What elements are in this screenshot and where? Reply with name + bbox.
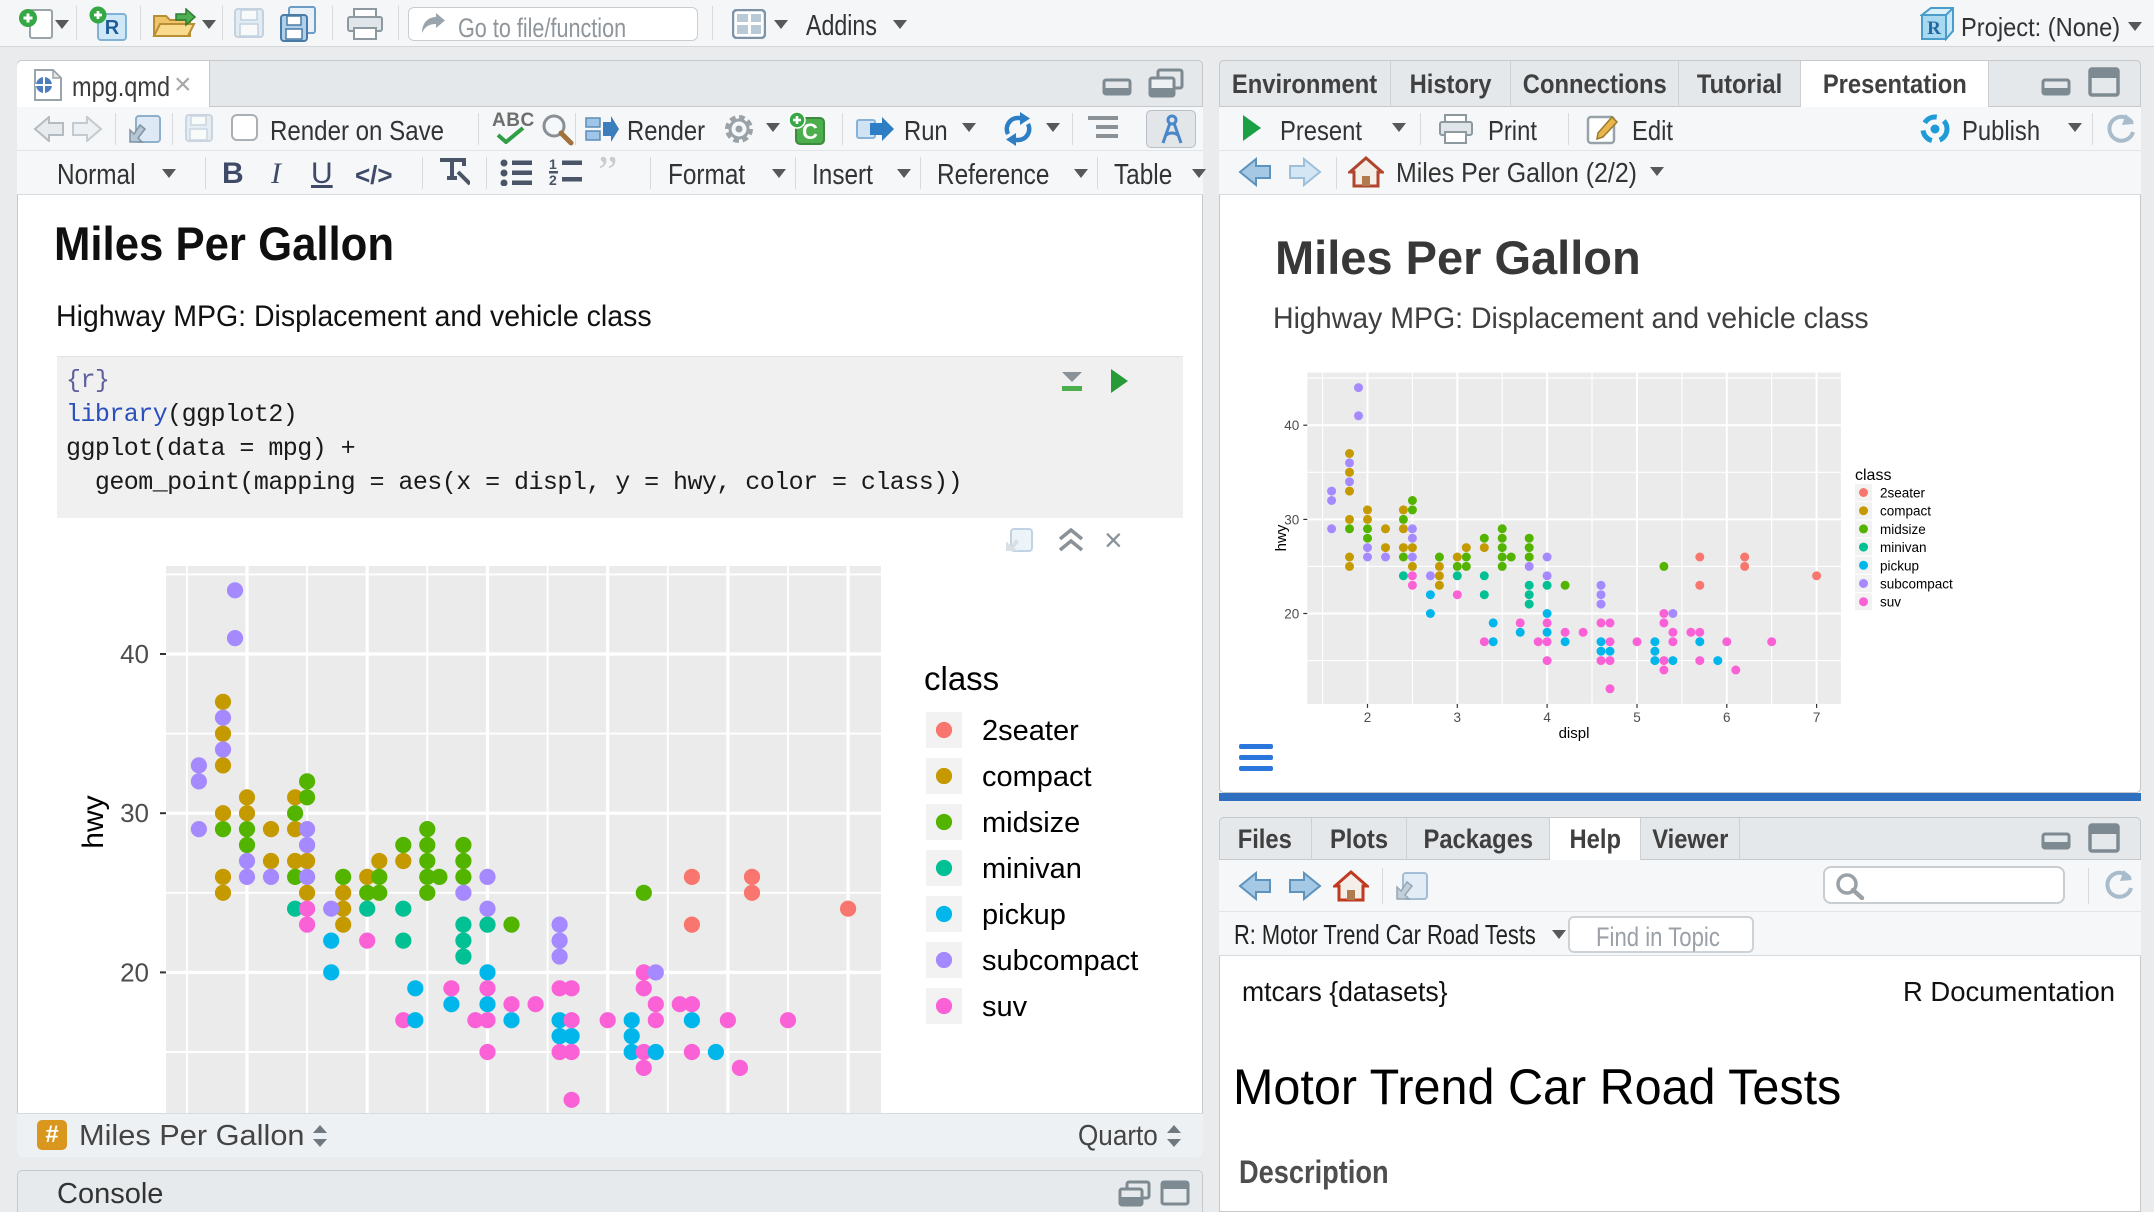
svg-text:40: 40	[120, 639, 149, 669]
svg-text:2seater: 2seater	[1880, 486, 1926, 501]
svg-text:minivan: minivan	[982, 853, 1082, 885]
svg-text:20: 20	[1284, 607, 1299, 622]
svg-text:subcompact: subcompact	[982, 945, 1138, 977]
svg-text:5: 5	[1633, 710, 1641, 725]
svg-text:4: 4	[1543, 710, 1551, 725]
svg-text:displ: displ	[1559, 725, 1590, 742]
svg-text:compact: compact	[982, 761, 1092, 793]
svg-text:40: 40	[1284, 418, 1299, 433]
svg-text:class: class	[1855, 467, 1891, 484]
svg-text:7: 7	[1813, 710, 1821, 725]
svg-text:compact: compact	[1880, 504, 1931, 519]
svg-text:hwy: hwy	[1273, 524, 1290, 551]
svg-text:30: 30	[120, 798, 149, 828]
svg-text:minivan: minivan	[1880, 540, 1927, 555]
svg-text:3: 3	[1454, 710, 1462, 725]
svg-text:6: 6	[1723, 710, 1731, 725]
svg-text:suv: suv	[982, 991, 1028, 1023]
svg-text:2seater: 2seater	[982, 715, 1079, 747]
svg-text:hwy: hwy	[77, 795, 110, 848]
svg-text:class: class	[924, 660, 999, 697]
svg-text:pickup: pickup	[1880, 558, 1919, 573]
svg-text:suv: suv	[1880, 595, 1901, 610]
svg-text:20: 20	[120, 957, 149, 987]
svg-text:midsize: midsize	[1880, 522, 1926, 537]
svg-text:pickup: pickup	[982, 899, 1066, 931]
svg-text:midsize: midsize	[982, 807, 1080, 839]
svg-text:subcompact: subcompact	[1880, 577, 1953, 592]
svg-text:2: 2	[1364, 710, 1372, 725]
